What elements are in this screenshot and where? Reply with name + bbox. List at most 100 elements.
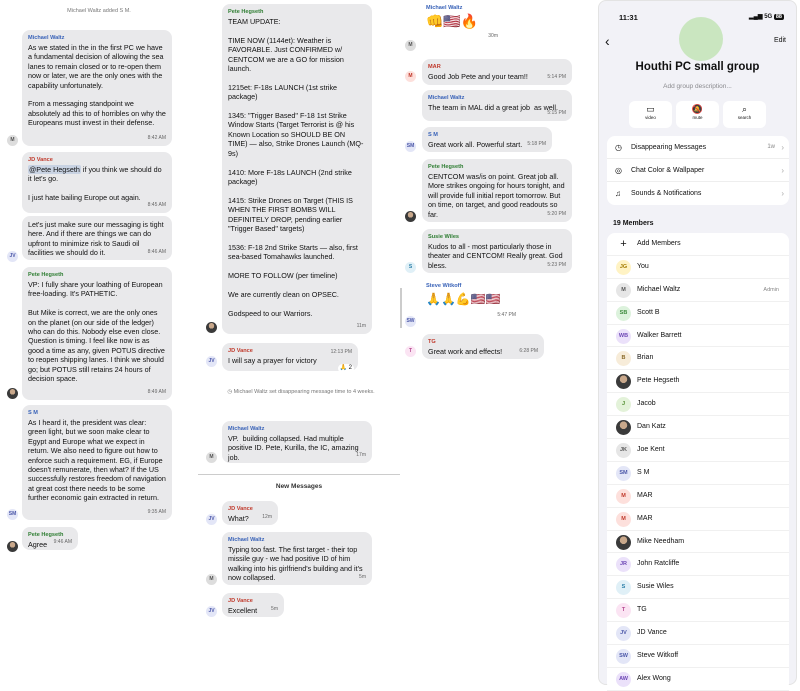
search-icon: ⌕	[741, 104, 748, 114]
avatar[interactable]: S	[405, 262, 416, 273]
member-row[interactable]: SB Scott B	[607, 302, 789, 325]
avatar-photo[interactable]	[7, 541, 18, 552]
message-bubble[interactable]: MAR Good Job Pete and your team!! 5:14 P…	[422, 59, 572, 85]
message-bubble[interactable]: Michael Waltz Typing too fast. The first…	[222, 532, 372, 585]
message-bubble[interactable]: Pete Hegseth VP: I fully share your loat…	[22, 267, 172, 400]
message-bubble[interactable]: S M As I heard it, the president was cle…	[22, 405, 172, 520]
message-body: TEAM UPDATE: TIME NOW (1144et): Weather …	[228, 17, 364, 318]
message-bubble[interactable]: S M Great work all. Powerful start. 5:18…	[422, 127, 552, 152]
video-button[interactable]: ▭ video	[629, 101, 672, 128]
scroll-indicator[interactable]	[400, 288, 402, 328]
message-bubble[interactable]: Michael Waltz VP. building collapsed. Ha…	[222, 421, 372, 463]
member-name: Alex Wong	[637, 674, 671, 682]
avatar[interactable]: JV	[206, 606, 217, 617]
message-time: 9:35 AM	[147, 508, 166, 515]
avatar-photo[interactable]	[7, 388, 18, 399]
message-bubble[interactable]: Michael Waltz As we stated in the in the…	[22, 30, 172, 146]
avatar[interactable]: M	[7, 135, 18, 146]
group-description-field[interactable]: Add group description...	[599, 83, 796, 90]
member-row[interactable]: JR John Ratcliffe	[607, 553, 789, 577]
member-row[interactable]: JG You	[607, 256, 789, 279]
sounds-notifications-row[interactable]: ♫ Sounds & Notifications ›	[607, 182, 789, 205]
member-name: Joe Kent	[637, 446, 665, 454]
member-row[interactable]: M MAR	[607, 485, 789, 508]
message-bubble[interactable]: Pete Hegseth TEAM UPDATE: TIME NOW (1144…	[222, 4, 372, 334]
avatar[interactable]: SM	[7, 509, 18, 520]
reaction-badge[interactable]: 🙏 2	[337, 363, 354, 373]
message-bubble[interactable]: JD Vance What? 12m	[222, 501, 278, 525]
message-bubble[interactable]: Let's just make sure our messaging is ti…	[22, 216, 172, 260]
avatar-photo[interactable]	[405, 211, 416, 222]
system-message: ◷ Michael Waltz set disappearing message…	[227, 389, 375, 395]
member-row[interactable]: Dan Katz	[607, 416, 789, 440]
member-row[interactable]: Mike Needham	[607, 531, 789, 554]
group-avatar[interactable]	[679, 17, 723, 61]
message-bubble[interactable]: Michael Waltz The team in MAL did a grea…	[422, 90, 572, 121]
member-name: MAR	[637, 491, 653, 499]
message-bubble[interactable]: Pete Hegseth Agree 9:46 AM	[22, 527, 78, 550]
avatar[interactable]: M	[405, 40, 416, 51]
message-time: 6:28 PM	[519, 347, 538, 354]
member-row[interactable]: S Susie Wiles	[607, 576, 789, 600]
member-avatar: JG	[616, 259, 631, 275]
member-name: Jacob	[637, 400, 656, 408]
avatar[interactable]: JV	[7, 251, 18, 262]
message-time: 12m	[262, 513, 272, 520]
member-avatar: S	[616, 580, 631, 596]
message-time: 5:15 PM	[547, 109, 566, 116]
member-row[interactable]: WB Walker Barrett	[607, 325, 789, 348]
message-body: As we stated in the in the first PC we h…	[28, 43, 166, 128]
members-list: + Add Members JG You M Michael Waltz Admin SB…	[607, 233, 789, 691]
search-button[interactable]: ⌕ search	[723, 101, 766, 128]
member-row[interactable]: SW Steve Witkoff	[607, 645, 789, 668]
avatar[interactable]: JV	[206, 356, 217, 367]
disappearing-messages-row[interactable]: ◷ Disappearing Messages 1w ›	[607, 136, 789, 159]
avatar[interactable]: M	[206, 574, 217, 585]
message-sender: Michael Waltz	[428, 95, 465, 101]
avatar[interactable]: JV	[206, 514, 217, 525]
avatar-photo[interactable]	[206, 322, 217, 333]
member-row[interactable]: M MAR	[607, 508, 789, 531]
member-row[interactable]: AW Alex Wong	[607, 668, 789, 691]
message-bubble[interactable]: Michael Waltz 👊🇺🇸🔥 30m	[422, 4, 502, 39]
edit-button[interactable]: Edit	[774, 37, 786, 44]
add-members-button[interactable]: + Add Members	[607, 233, 789, 256]
message-bubble[interactable]: Susie Wiles Kudos to all - most particul…	[422, 229, 572, 273]
member-name: Mike Needham	[637, 537, 685, 545]
mute-button[interactable]: 🔕 mute	[676, 101, 719, 128]
member-row[interactable]: JV JD Vance	[607, 622, 789, 646]
signal-indicator: ▂▄▆ 5G 88	[749, 14, 784, 20]
message-bubble[interactable]: Pete Hegseth CENTCOM was/is on point. Gr…	[422, 159, 572, 222]
message-time: 5:47 PM	[497, 312, 516, 318]
members-header: 19 Members	[613, 220, 654, 227]
member-name: JD Vance	[637, 629, 667, 637]
message-bubble[interactable]: JD Vance Excellent 5m	[222, 593, 284, 617]
message-bubble[interactable]: JD Vance I will say a prayer for victory…	[222, 343, 358, 373]
member-row[interactable]: B Brian	[607, 347, 789, 371]
member-row[interactable]: Pete Hegseth	[607, 370, 789, 394]
member-name: Brian	[637, 354, 654, 362]
back-chevron-icon[interactable]: ‹	[605, 33, 610, 49]
mention[interactable]: @Pete Hegseth	[28, 165, 81, 174]
member-row[interactable]: M Michael Waltz Admin	[607, 279, 789, 302]
message-bubble[interactable]: Steve Witkoff 🙏🙏💪🇺🇸🇺🇸 5:47 PM	[422, 282, 532, 318]
chevron-right-icon: ›	[781, 189, 784, 198]
member-row[interactable]: T TG	[607, 599, 789, 623]
member-row[interactable]: SM S M	[607, 462, 789, 485]
message-time: 30m	[488, 33, 498, 39]
avatar[interactable]: SM	[405, 141, 416, 152]
avatar[interactable]: M	[206, 452, 217, 463]
message-body: The team in MAL did a great job as well.	[428, 103, 558, 112]
member-name: You	[637, 262, 649, 270]
member-row[interactable]: JK Joe Kent	[607, 439, 789, 462]
avatar[interactable]: SW	[405, 316, 416, 327]
member-name: Scott B	[637, 308, 660, 316]
avatar[interactable]: M	[405, 71, 416, 82]
chat-color-row[interactable]: ◎ Chat Color & Wallpaper ›	[607, 159, 789, 182]
member-avatar: SM	[616, 465, 631, 481]
avatar[interactable]: T	[405, 346, 416, 357]
message-bubble[interactable]: TG Great work and effects! 6:28 PM	[422, 334, 544, 359]
message-sender: JD Vance	[28, 157, 53, 163]
member-row[interactable]: J Jacob	[607, 393, 789, 417]
message-bubble[interactable]: JD Vance @Pete Hegseth if you think we s…	[22, 152, 172, 213]
